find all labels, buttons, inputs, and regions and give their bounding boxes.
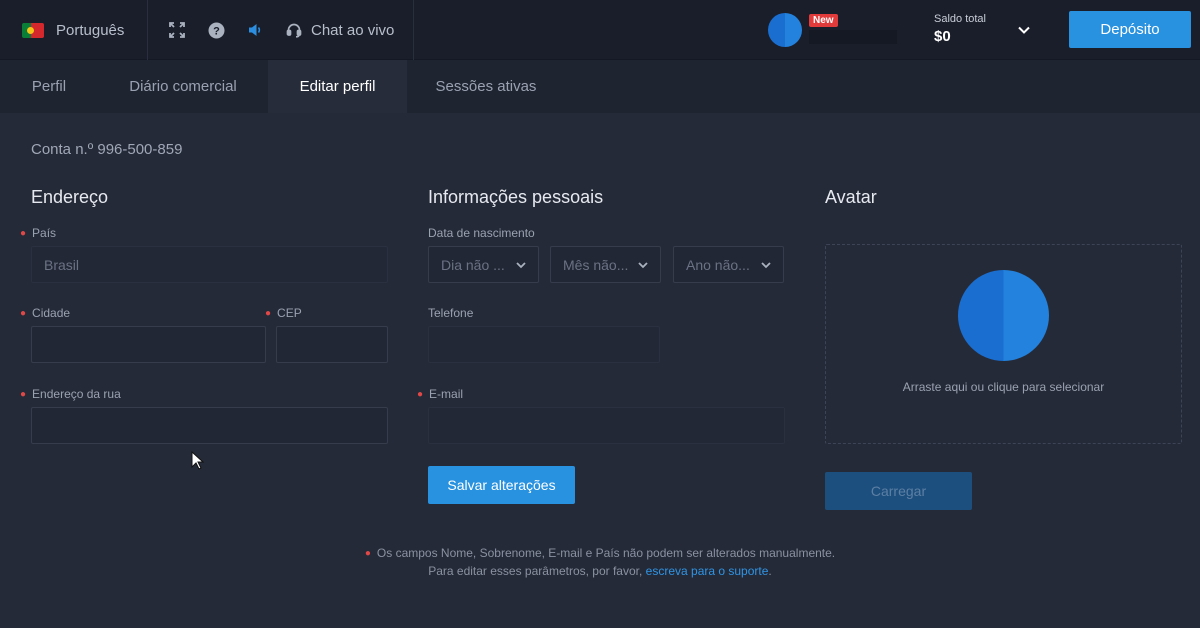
avatar-preview xyxy=(958,270,1049,361)
upload-button[interactable]: Carregar xyxy=(825,472,972,510)
balance-value: $0 xyxy=(934,28,951,45)
new-badge: New xyxy=(809,14,838,27)
fullscreen-icon[interactable] xyxy=(168,21,186,39)
account-number: Conta n.º 996-500-859 xyxy=(31,141,183,158)
profile-tabs: Perfil Diário comercial Editar perfil Se… xyxy=(0,60,1200,113)
tab-edit-profile[interactable]: Editar perfil xyxy=(268,60,407,113)
toolbar: ? Chat ao vivo xyxy=(148,0,414,60)
live-chat-button[interactable]: Chat ao vivo xyxy=(285,21,394,39)
balance-display[interactable]: Saldo total $0 xyxy=(934,13,986,45)
speaker-icon[interactable] xyxy=(246,21,264,39)
country-label: ● País xyxy=(20,226,57,240)
live-chat-label: Chat ao vivo xyxy=(311,21,395,39)
birth-day-value: Dia não ... xyxy=(441,256,505,273)
chevron-down-icon xyxy=(759,258,773,272)
required-marker: ● xyxy=(265,308,272,319)
birth-month-value: Mês não... xyxy=(563,256,629,273)
avatar-dropzone[interactable]: Arraste aqui ou clique para selecionar xyxy=(825,244,1182,444)
top-bar: Português ? Chat ao vivo New Saldo total… xyxy=(0,0,1200,60)
street-label: ● Endereço da rua xyxy=(20,387,121,401)
help-icon[interactable]: ? xyxy=(207,21,225,39)
note-line-1: ● Os campos Nome, Sobrenome, E-mail e Paí… xyxy=(364,546,836,560)
language-selector[interactable]: Português xyxy=(0,0,148,60)
email-field xyxy=(428,407,785,444)
required-marker: ● xyxy=(20,308,27,319)
tab-active-sessions[interactable]: Sessões ativas xyxy=(421,60,551,113)
chevron-down-icon xyxy=(514,258,528,272)
phone-label: Telefone xyxy=(428,306,474,320)
avatar-title: Avatar xyxy=(825,187,877,207)
headset-icon xyxy=(285,21,303,39)
deposit-button[interactable]: Depósito xyxy=(1069,11,1191,48)
user-avatar[interactable] xyxy=(768,13,802,47)
save-changes-button[interactable]: Salvar alterações xyxy=(428,466,575,504)
birth-date-label: Data de nascimento xyxy=(428,226,535,240)
city-field[interactable] xyxy=(31,326,266,363)
phone-field[interactable] xyxy=(428,326,660,363)
edit-restrictions-note: ● Os campos Nome, Sobrenome, E-mail e Paí… xyxy=(0,545,1200,580)
birth-month-select[interactable]: Mês não... xyxy=(550,246,661,283)
birth-day-select[interactable]: Dia não ... xyxy=(428,246,539,283)
svg-text:?: ? xyxy=(213,25,220,37)
birth-year-select[interactable]: Ano não... xyxy=(673,246,784,283)
address-title: Endereço xyxy=(31,187,109,207)
balance-label: Saldo total xyxy=(934,13,986,25)
required-marker: ● xyxy=(417,389,424,400)
portugal-flag-icon xyxy=(22,22,44,38)
required-marker: ● xyxy=(20,389,27,400)
tab-profile[interactable]: Perfil xyxy=(14,60,84,113)
user-name-redacted xyxy=(809,30,897,44)
language-label: Português xyxy=(56,21,125,39)
chevron-down-icon[interactable] xyxy=(1016,22,1032,38)
zip-label: ● CEP xyxy=(265,306,302,320)
required-marker: ● xyxy=(364,548,371,559)
dropzone-hint: Arraste aqui ou clique para selecionar xyxy=(902,380,1105,394)
street-field[interactable] xyxy=(31,407,388,444)
tab-trading-journal[interactable]: Diário comercial xyxy=(112,60,254,113)
chevron-down-icon xyxy=(636,258,650,272)
support-link[interactable]: escreva para o suporte xyxy=(646,564,769,578)
mouse-cursor-icon xyxy=(191,450,205,471)
zip-field[interactable] xyxy=(276,326,388,363)
birth-year-value: Ano não... xyxy=(686,256,750,273)
country-field: Brasil xyxy=(31,246,388,283)
edit-profile-panel: Conta n.º 996-500-859 Endereço ● País Bra… xyxy=(0,113,1200,628)
personal-info-title: Informações pessoais xyxy=(428,187,604,207)
email-label: ● E-mail xyxy=(417,387,464,401)
city-label: ● Cidade xyxy=(20,306,71,320)
note-line-2: Para editar esses parâmetros, por favor,… xyxy=(428,564,772,578)
required-marker: ● xyxy=(20,228,27,239)
